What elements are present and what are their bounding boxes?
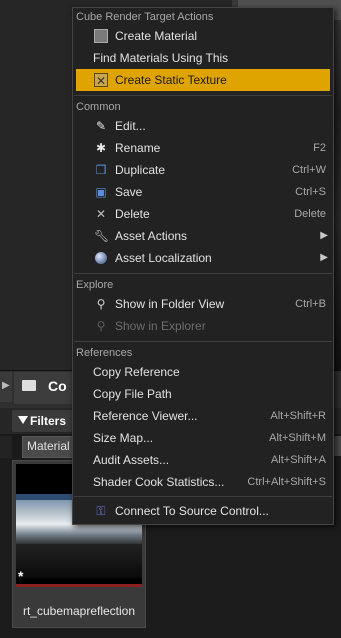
material-filter-label: Material (27, 439, 70, 453)
menu-item-label: Copy Reference (93, 365, 180, 379)
menu-item-label: Copy File Path (93, 387, 172, 401)
unsaved-badge: * (18, 568, 24, 584)
menu-item-label: Create Static Texture (115, 73, 227, 87)
menu-item-duplicate[interactable]: ❐ Duplicate Ctrl+W (76, 159, 330, 181)
menu-item-label: Show in Folder View (115, 297, 225, 311)
menu-item-find-materials[interactable]: Find Materials Using This (76, 47, 330, 69)
shortcut-label: Ctrl+Alt+Shift+S (247, 476, 326, 488)
menu-item-edit[interactable]: ✎ Edit... (76, 115, 330, 137)
section-header-common: Common (76, 101, 121, 113)
menu-item-label: Connect To Source Control... (115, 504, 269, 518)
menu-item-reference-viewer[interactable]: Reference Viewer... Alt+Shift+R (76, 405, 330, 427)
menu-item-connect-source-control[interactable]: ⚿ Connect To Source Control... (76, 500, 330, 522)
save-icon: ▣ (95, 185, 107, 199)
menu-separator (74, 95, 332, 96)
section-header-explore: Explore (76, 279, 114, 291)
menu-item-size-map[interactable]: Size Map... Alt+Shift+M (76, 427, 330, 449)
menu-item-label: Audit Assets... (93, 453, 170, 467)
menu-item-label: Show in Explorer (115, 319, 206, 333)
menu-item-delete[interactable]: ✕ Delete Delete (76, 203, 330, 225)
menu-item-label: Save (115, 185, 143, 199)
content-browser-tab-label: Co (48, 378, 67, 394)
shortcut-label: F2 (313, 142, 326, 154)
search-icon: ⚲ (96, 319, 106, 333)
source-control-icon: ⚿ (96, 504, 106, 518)
menu-item-label: Asset Actions (115, 229, 188, 243)
menu-item-copy-file-path[interactable]: Copy File Path (76, 383, 330, 405)
menu-item-show-in-folder-view[interactable]: ⚲ Show in Folder View Ctrl+B (76, 293, 330, 315)
filters-button-label: Filters (30, 414, 67, 428)
menu-item-label: Duplicate (115, 163, 166, 177)
menu-item-label: Rename (115, 141, 161, 155)
wrench-icon: 🔧︎ (94, 229, 110, 243)
menu-item-rename[interactable]: ✱ Rename F2 (76, 137, 330, 159)
asset-name: rt_cubemapreflection (22, 604, 136, 618)
menu-item-label: Create Material (115, 29, 198, 43)
menu-item-label: Edit... (115, 119, 146, 133)
section-header-cube-actions: Cube Render Target Actions (76, 11, 214, 23)
menu-separator (74, 341, 332, 342)
shortcut-label: Delete (294, 208, 326, 220)
menu-item-label: Delete (115, 207, 150, 221)
duplicate-icon: ❐ (95, 163, 107, 177)
menu-item-label: Size Map... (93, 431, 154, 445)
menu-item-label: Shader Cook Statistics... (93, 475, 225, 489)
globe-icon (95, 252, 107, 264)
shortcut-label: Alt+Shift+R (270, 410, 326, 422)
section-header-references: References (76, 347, 133, 359)
search-icon: ⚲ (96, 297, 106, 311)
menu-item-label: Find Materials Using This (93, 51, 229, 65)
submenu-arrow-icon: ▶ (320, 230, 328, 241)
delete-x-icon: ✕ (95, 207, 107, 221)
folder-icon (22, 380, 36, 391)
menu-item-create-material[interactable]: Create Material (76, 25, 330, 47)
thumbnail-ground (16, 544, 142, 578)
menu-item-asset-actions[interactable]: 🔧︎ Asset Actions ▶ (76, 225, 330, 247)
pencil-icon: ✎ (95, 119, 107, 133)
asset-type-color-bar (16, 584, 142, 587)
menu-separator (74, 496, 332, 497)
menu-item-label: Asset Localization (115, 251, 212, 265)
menu-item-save[interactable]: ▣ Save Ctrl+S (76, 181, 330, 203)
filter-chip-partial[interactable] (333, 436, 341, 456)
shortcut-label: Ctrl+W (292, 164, 326, 176)
material-icon (94, 29, 108, 43)
shortcut-label: Ctrl+S (295, 186, 326, 198)
menu-separator (74, 273, 332, 274)
rename-icon: ✱ (95, 141, 107, 155)
collapse-sources-button[interactable] (0, 372, 12, 402)
shortcut-label: Ctrl+B (295, 298, 326, 310)
filter-icon (18, 416, 28, 424)
shortcut-label: Alt+Shift+A (270, 454, 326, 466)
menu-item-copy-reference[interactable]: Copy Reference (76, 361, 330, 383)
submenu-arrow-icon: ▶ (320, 252, 328, 263)
shortcut-label: Alt+Shift+M (269, 432, 326, 444)
static-texture-icon: ✕ (94, 73, 108, 88)
menu-item-asset-localization[interactable]: Asset Localization ▶ (76, 247, 330, 269)
menu-item-show-in-explorer: ⚲ Show in Explorer (76, 315, 330, 337)
menu-item-create-static-texture[interactable]: ✕ Create Static Texture (76, 69, 330, 91)
menu-item-label: Reference Viewer... (93, 409, 198, 423)
menu-item-audit-assets[interactable]: Audit Assets... Alt+Shift+A (76, 449, 330, 471)
menu-item-shader-cook-statistics[interactable]: Shader Cook Statistics... Ctrl+Alt+Shift… (76, 471, 330, 493)
